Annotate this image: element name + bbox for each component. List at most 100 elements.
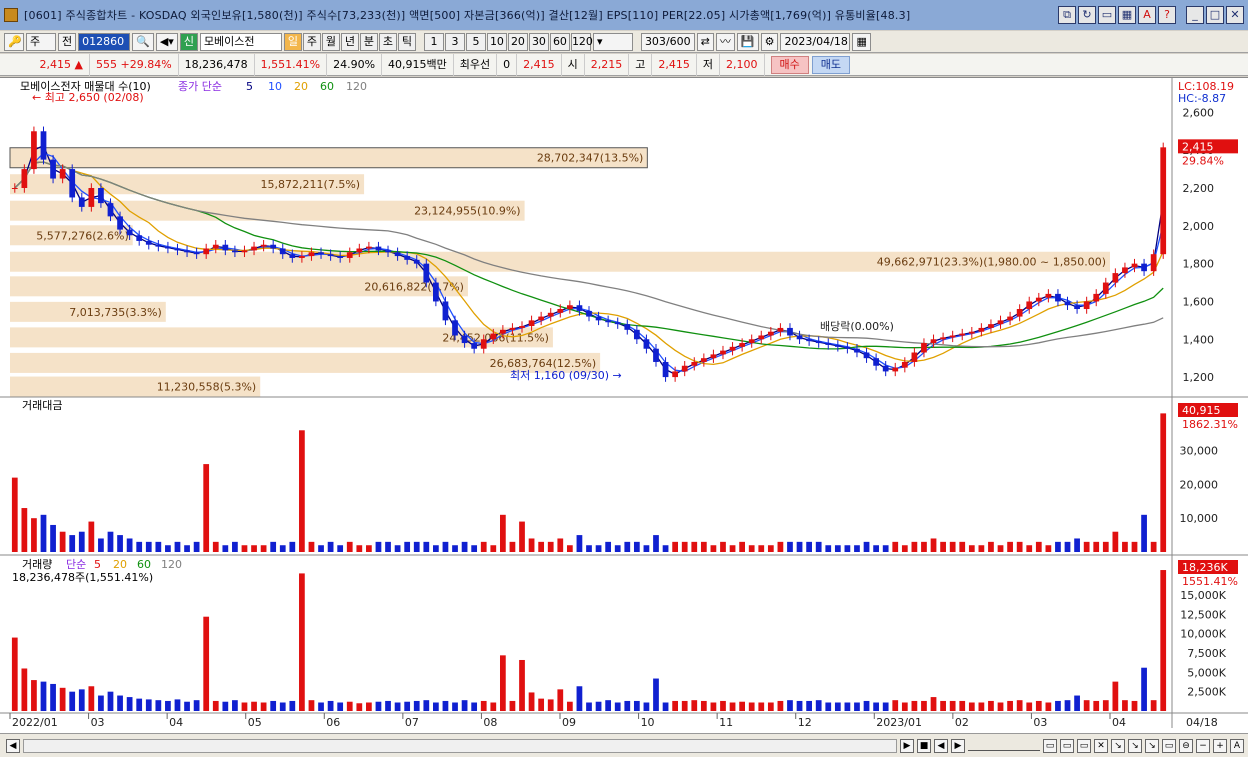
layout-icon[interactable]: ▭	[1043, 738, 1057, 753]
trend-icon[interactable]: ↘	[1145, 738, 1159, 753]
volume-bar	[557, 689, 564, 711]
layout2-icon[interactable]: ▭	[1060, 738, 1074, 753]
status-bar: ◀ ▶ ■ ◀ ▶ ▭ ▭ ▭ ✕ ↘ ↘ ↘ ▭ ⊖ − + A	[0, 733, 1248, 757]
interval-button-0[interactable]: 1	[423, 32, 444, 51]
candle	[40, 131, 47, 160]
close-button[interactable]: ✕	[1226, 6, 1244, 24]
date-field[interactable]: 2023/04/18	[780, 32, 851, 51]
candle	[586, 310, 592, 317]
minus-icon[interactable]: −	[1196, 738, 1210, 753]
xtick-12: 02	[955, 716, 969, 729]
amount-bar	[978, 545, 985, 552]
price-ma-period-10: 10	[268, 80, 282, 93]
period-button-6[interactable]: 틱	[397, 32, 416, 51]
save-icon[interactable]: 💾	[736, 32, 759, 51]
volume-bar	[40, 681, 47, 711]
candle	[519, 326, 525, 328]
prev-button[interactable]: ◀	[934, 738, 948, 753]
volume-bar	[289, 700, 296, 711]
volume-bar	[739, 701, 745, 711]
plus-icon[interactable]: +	[1213, 738, 1227, 753]
current-price-value: 2,415	[39, 57, 72, 71]
font-icon[interactable]: A	[1138, 6, 1156, 24]
zoom-out-icon[interactable]: ⊖	[1179, 738, 1193, 753]
help-icon[interactable]: ?	[1158, 6, 1176, 24]
volume-bar	[490, 702, 497, 711]
volume-bar	[433, 702, 439, 711]
high-marker: ← 최고 2,650 (02/08)	[32, 91, 144, 104]
volume-bar	[31, 680, 37, 711]
amount-bar	[710, 545, 717, 552]
grid-icon[interactable]: ▦	[1118, 6, 1136, 24]
period-button-1[interactable]: 주	[302, 32, 321, 51]
indicator-icon[interactable]: 〰	[715, 32, 735, 51]
profile-label-1: 15,872,211(7.5%)	[261, 178, 361, 191]
all-button[interactable]: 전	[58, 32, 77, 51]
interval-button-1[interactable]: 3	[444, 32, 465, 51]
xtick-0: 2022/01	[12, 716, 58, 729]
period-button-0[interactable]: 일	[283, 32, 302, 51]
sell-button[interactable]: 매도	[811, 55, 851, 74]
candle	[873, 358, 879, 366]
stock-code-input[interactable]: 012860	[78, 32, 131, 51]
arrow-icon[interactable]: ↘	[1128, 738, 1142, 753]
interval-button-2[interactable]: 5	[465, 32, 486, 51]
settings-icon[interactable]: ⚙	[760, 32, 779, 51]
layout3-icon[interactable]: ▭	[1077, 738, 1091, 753]
type-select[interactable]: 주	[26, 32, 56, 51]
next-button[interactable]: ▶	[951, 738, 965, 753]
search-icon[interactable]: 🔍	[132, 32, 154, 51]
chart-area[interactable]: 28,702,347(13.5%) 15,872,211(7.5%) 23,124,…	[0, 77, 1248, 743]
amount-bar	[499, 514, 506, 552]
volume-bar	[126, 697, 133, 711]
link-icon[interactable]: ⧉	[1058, 6, 1076, 24]
tool-icon[interactable]: ⇄	[696, 32, 714, 51]
scrollbar-track[interactable]	[23, 738, 897, 753]
play-button[interactable]: ▶	[900, 738, 914, 753]
period-button-5[interactable]: 초	[378, 32, 397, 51]
interval-button-6[interactable]: 60	[549, 32, 570, 51]
text-icon[interactable]: ▭	[1162, 738, 1176, 753]
amount-bar	[98, 538, 104, 552]
font-size-icon[interactable]: A	[1230, 738, 1244, 753]
stop-button[interactable]: ■	[917, 738, 931, 753]
interval-button-4[interactable]: 20	[507, 32, 528, 51]
line-icon[interactable]: ↘	[1111, 738, 1125, 753]
stock-name-field[interactable]: 모베이스전	[199, 32, 282, 51]
price-ma-period-120: 120	[346, 80, 367, 93]
period-button-2[interactable]: 월	[321, 32, 340, 51]
scroll-left-button[interactable]: ◀	[6, 738, 20, 753]
amount-tick-2: 10,000	[1180, 512, 1219, 525]
amount-bar	[672, 541, 679, 552]
candle	[270, 244, 277, 249]
amount-bar	[299, 430, 305, 552]
refresh-icon[interactable]: ↻	[1078, 6, 1096, 24]
period-button-3[interactable]: 년	[340, 32, 359, 51]
candle	[78, 197, 85, 207]
speaker-icon[interactable]: ◀▾	[155, 32, 178, 51]
amount-bar	[337, 545, 344, 552]
volume-bar	[222, 701, 229, 711]
window-icon[interactable]: ▭	[1098, 6, 1116, 24]
interval-dropdown[interactable]: ▾	[592, 32, 633, 51]
lock-icon[interactable]: 🔑	[4, 32, 24, 51]
draw-icon[interactable]: ✕	[1094, 738, 1108, 753]
amount-bar	[289, 541, 296, 552]
amount-bar	[1035, 541, 1042, 552]
amount-bar	[433, 545, 439, 552]
interval-button-7[interactable]: 120	[570, 32, 593, 51]
stock-chart[interactable]: 28,702,347(13.5%) 15,872,211(7.5%) 23,124,…	[0, 78, 1248, 734]
minimize-button[interactable]: _	[1186, 6, 1204, 24]
interval-button-3[interactable]: 10	[486, 32, 507, 51]
period-button-4[interactable]: 분	[359, 32, 378, 51]
interval-button-5[interactable]: 30	[528, 32, 549, 51]
volume-ma-period-5: 5	[94, 558, 101, 571]
maximize-button[interactable]: □	[1206, 6, 1224, 24]
low-marker: 최저 1,160 (09/30) →	[510, 369, 622, 382]
count-field[interactable]: 303/600	[640, 32, 695, 51]
buy-button[interactable]: 매수	[770, 55, 809, 74]
zoom-slider[interactable]	[968, 741, 1040, 751]
calendar-icon[interactable]: ▦	[852, 32, 871, 51]
amount-bar	[260, 545, 267, 552]
candle	[69, 169, 76, 198]
